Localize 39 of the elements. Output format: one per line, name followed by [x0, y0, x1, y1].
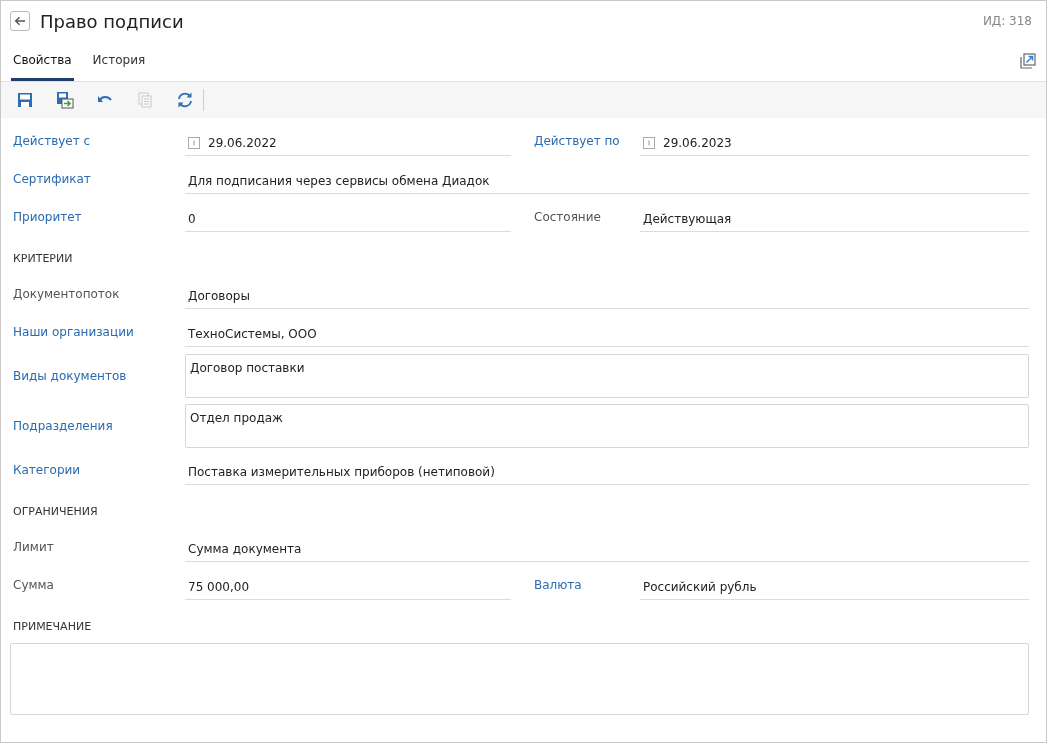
field-label[interactable]: Виды документов [12, 369, 185, 383]
field-label[interactable]: Действует по [511, 134, 640, 148]
back-button[interactable] [10, 11, 30, 31]
arrow-left-icon [14, 16, 26, 26]
open-in-window-icon[interactable] [1020, 53, 1036, 69]
field-label[interactable]: Действует с [12, 134, 185, 148]
record-id: ИД: 318 [982, 14, 1032, 28]
field-label[interactable]: Наши организации [12, 325, 185, 339]
note-field[interactable] [10, 643, 1029, 715]
input-field[interactable]: Российский рубль [640, 575, 1029, 600]
input-field[interactable]: Поставка измерительных приборов (нетиповой) [185, 460, 1029, 485]
section-heading: ОГРАНИЧЕНИЯ [12, 504, 99, 520]
field-label: Лимит [12, 540, 55, 554]
input-field[interactable]: 75 000,00 [185, 575, 511, 600]
field-label[interactable]: Валюта [511, 578, 640, 592]
field-label: Состояние [533, 210, 602, 224]
date-field[interactable]: 29.06.2022 [185, 131, 511, 156]
field-label: Сумма [12, 578, 55, 592]
save-icon[interactable] [17, 92, 33, 108]
tab[interactable]: История [90, 41, 148, 81]
multiline-field[interactable]: Договор поставки [185, 354, 1029, 398]
refresh-icon[interactable] [176, 91, 194, 109]
date-field[interactable]: 29.06.2023 [640, 131, 1029, 156]
input-field[interactable]: Действующая [640, 207, 1029, 232]
input-field[interactable]: Для подписания через сервисы обмена Диадок [185, 169, 1029, 194]
field-label[interactable]: Категории [12, 463, 185, 477]
field-label[interactable]: Подразделения [12, 419, 185, 433]
input-field[interactable]: Сумма документа [185, 537, 1029, 562]
field-label[interactable]: Сертификат [12, 172, 185, 186]
page-title: Право подписи [40, 10, 184, 32]
field-label: Документопоток [12, 287, 121, 301]
input-field[interactable]: Договоры [185, 284, 1029, 309]
section-heading: ПРИМЕЧАНИЕ [12, 619, 93, 635]
multiline-field[interactable]: Отдел продаж [185, 404, 1029, 448]
field-label[interactable]: Приоритет [12, 210, 185, 224]
save-copy-icon[interactable] [56, 91, 74, 109]
input-field[interactable]: 0 [185, 207, 511, 232]
input-field[interactable]: ТехноСистемы, ООО [185, 322, 1029, 347]
section-heading: КРИТЕРИИ [12, 251, 74, 267]
